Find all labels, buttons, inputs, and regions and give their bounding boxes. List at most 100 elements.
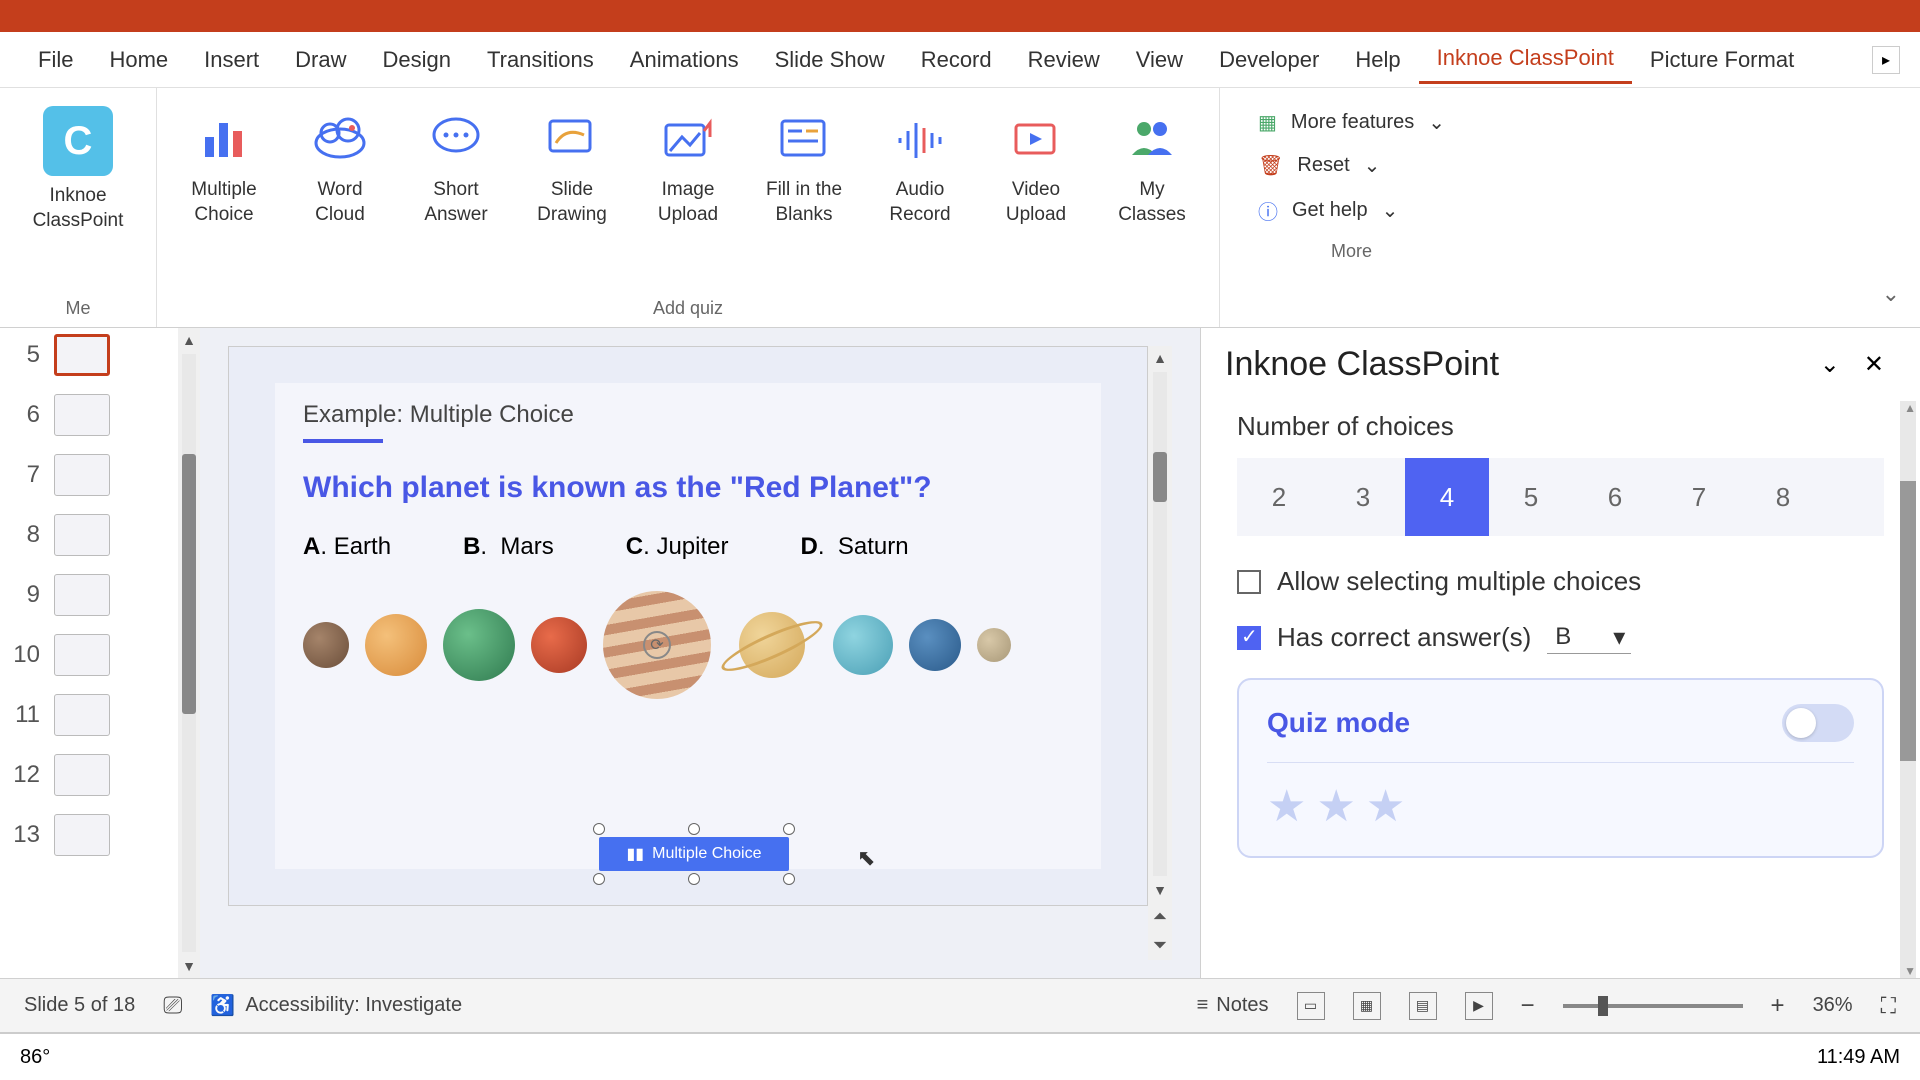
ribbon-word-cloud[interactable]: Word Cloud (291, 98, 389, 294)
thumbnail-11[interactable]: 11 (10, 694, 168, 736)
ribbon-fill-blanks[interactable]: Fill in the Blanks (755, 98, 853, 294)
more-features-button[interactable]: ▦ More features ⌄ (1258, 110, 1445, 135)
panel-close-icon[interactable]: ✕ (1852, 344, 1896, 385)
ribbon-video-upload[interactable]: Video Upload (987, 98, 1085, 294)
tab-developer[interactable]: Developer (1201, 37, 1337, 83)
ribbon-label: Inknoe ClassPoint (18, 184, 138, 233)
reset-button[interactable]: 🗑 Reset ⌄ (1258, 153, 1445, 178)
get-help-button[interactable]: ⓘ Get help ⌄ (1258, 196, 1445, 225)
prev-slide-icon[interactable]: ⏶ (1149, 902, 1171, 931)
weather-widget[interactable]: 86° (20, 1046, 50, 1069)
scroll-thumb[interactable] (182, 454, 196, 714)
slide-editor[interactable]: Example: Multiple Choice Which planet is… (200, 328, 1200, 978)
rotate-handle[interactable]: ⟳ (643, 631, 671, 659)
scroll-down-icon[interactable]: ▼ (178, 954, 200, 978)
zoom-out-button[interactable]: − (1521, 992, 1535, 1020)
reading-view-icon[interactable]: ▤ (1409, 992, 1437, 1020)
slideshow-view-icon[interactable]: ▶ (1465, 992, 1493, 1020)
ribbon-short-answer[interactable]: Short Answer (407, 98, 505, 294)
tab-design[interactable]: Design (365, 37, 469, 83)
thumbnail-6[interactable]: 6 (10, 394, 168, 436)
thumbnail-10[interactable]: 10 (10, 634, 168, 676)
ribbon-my-classes[interactable]: My Classes (1103, 98, 1201, 294)
resize-handle[interactable] (688, 823, 700, 835)
zoom-slider-thumb[interactable] (1598, 996, 1608, 1016)
planets-row: ⟳ (303, 591, 1073, 699)
choice-4[interactable]: 4 (1405, 458, 1489, 536)
thumbnail-12[interactable]: 12 (10, 754, 168, 796)
choice-8[interactable]: 8 (1741, 458, 1825, 536)
correct-answer-select[interactable]: B (1547, 621, 1631, 654)
resize-handle[interactable] (593, 873, 605, 885)
ribbon-audio-record[interactable]: Audio Record (871, 98, 969, 294)
choice-6[interactable]: 6 (1573, 458, 1657, 536)
has-correct-row[interactable]: Has correct answer(s) B (1237, 621, 1884, 654)
tab-home[interactable]: Home (91, 37, 186, 83)
slide-canvas[interactable]: Example: Multiple Choice Which planet is… (228, 346, 1148, 906)
ribbon-expand-icon[interactable]: ▸ (1872, 46, 1900, 74)
star-icon[interactable]: ★ (1316, 781, 1355, 832)
checkbox-unchecked-icon[interactable] (1237, 570, 1261, 594)
ribbon-multiple-choice[interactable]: Multiple Choice (175, 98, 273, 294)
tab-animations[interactable]: Animations (612, 37, 757, 83)
resize-handle[interactable] (783, 873, 795, 885)
choice-7[interactable]: 7 (1657, 458, 1741, 536)
thumbnail-8[interactable]: 8 (10, 514, 168, 556)
resize-handle[interactable] (593, 823, 605, 835)
tab-inknoe-classpoint[interactable]: Inknoe ClassPoint (1419, 35, 1632, 84)
selected-object[interactable]: ▮▮ Multiple Choice (599, 829, 789, 879)
tab-transitions[interactable]: Transitions (469, 37, 612, 83)
scroll-down-icon[interactable]: ▼ (1904, 964, 1916, 978)
tab-record[interactable]: Record (903, 37, 1010, 83)
difficulty-stars[interactable]: ★ ★ ★ (1267, 762, 1854, 832)
panel-scrollbar[interactable]: ▲ ▼ (1900, 401, 1916, 978)
allow-multiple-row[interactable]: Allow selecting multiple choices (1237, 566, 1884, 597)
panel-collapse-icon[interactable]: ⌄ (1808, 344, 1852, 385)
thumbnail-13[interactable]: 13 (10, 814, 168, 856)
choice-2[interactable]: 2 (1237, 458, 1321, 536)
slide-scrollbar[interactable]: ▲ ▼ ⏶ ⏷ (1148, 346, 1172, 960)
ribbon-slide-drawing[interactable]: Slide Drawing (523, 98, 621, 294)
thumbnail-7[interactable]: 7 (10, 454, 168, 496)
zoom-in-button[interactable]: + (1771, 992, 1785, 1020)
scroll-thumb[interactable] (1900, 481, 1916, 761)
star-icon[interactable]: ★ (1267, 781, 1306, 832)
ribbon-collapse-icon[interactable]: ⌄ (1882, 281, 1900, 307)
choice-3[interactable]: 3 (1321, 458, 1405, 536)
scroll-down-icon[interactable]: ▼ (1149, 878, 1171, 902)
zoom-level[interactable]: 36% (1813, 994, 1853, 1017)
tab-review[interactable]: Review (1010, 37, 1118, 83)
thumbnail-9[interactable]: 9 (10, 574, 168, 616)
scroll-up-icon[interactable]: ▲ (1149, 346, 1171, 370)
choice-5[interactable]: 5 (1489, 458, 1573, 536)
thumbnail-scrollbar[interactable]: ▲ ▼ (178, 328, 200, 978)
zoom-slider[interactable] (1563, 1004, 1743, 1008)
tab-file[interactable]: File (20, 37, 91, 83)
scroll-up-icon[interactable]: ▲ (178, 328, 200, 352)
scroll-up-icon[interactable]: ▲ (1904, 401, 1916, 415)
quiz-mode-toggle[interactable] (1782, 704, 1854, 742)
tab-draw[interactable]: Draw (277, 37, 364, 83)
tab-help[interactable]: Help (1337, 37, 1418, 83)
accessibility-button[interactable]: ♿ Accessibility: Investigate (210, 993, 462, 1018)
tab-insert[interactable]: Insert (186, 37, 277, 83)
scroll-thumb[interactable] (1153, 452, 1167, 502)
tab-slideshow[interactable]: Slide Show (757, 37, 903, 83)
notes-button[interactable]: ≡ Notes (1197, 994, 1269, 1017)
checkbox-checked-icon[interactable] (1237, 626, 1261, 650)
ribbon-image-upload[interactable]: Image Upload (639, 98, 737, 294)
display-settings-icon[interactable]: ⎚ (163, 992, 182, 1020)
thumbnail-5[interactable]: 5 (10, 334, 168, 376)
resize-handle[interactable] (688, 873, 700, 885)
fit-to-window-icon[interactable]: ⛶ (1881, 993, 1896, 1019)
normal-view-icon[interactable]: ▭ (1297, 992, 1325, 1020)
next-slide-icon[interactable]: ⏷ (1149, 931, 1171, 960)
clock[interactable]: 11:49 AM (1817, 1046, 1900, 1069)
accessibility-icon: ♿ (210, 993, 235, 1018)
ribbon-inknoe-classpoint[interactable]: C Inknoe ClassPoint (18, 98, 138, 294)
sorter-view-icon[interactable]: ▦ (1353, 992, 1381, 1020)
tab-picture-format[interactable]: Picture Format (1632, 37, 1812, 83)
tab-view[interactable]: View (1118, 37, 1201, 83)
resize-handle[interactable] (783, 823, 795, 835)
star-icon[interactable]: ★ (1366, 781, 1405, 832)
